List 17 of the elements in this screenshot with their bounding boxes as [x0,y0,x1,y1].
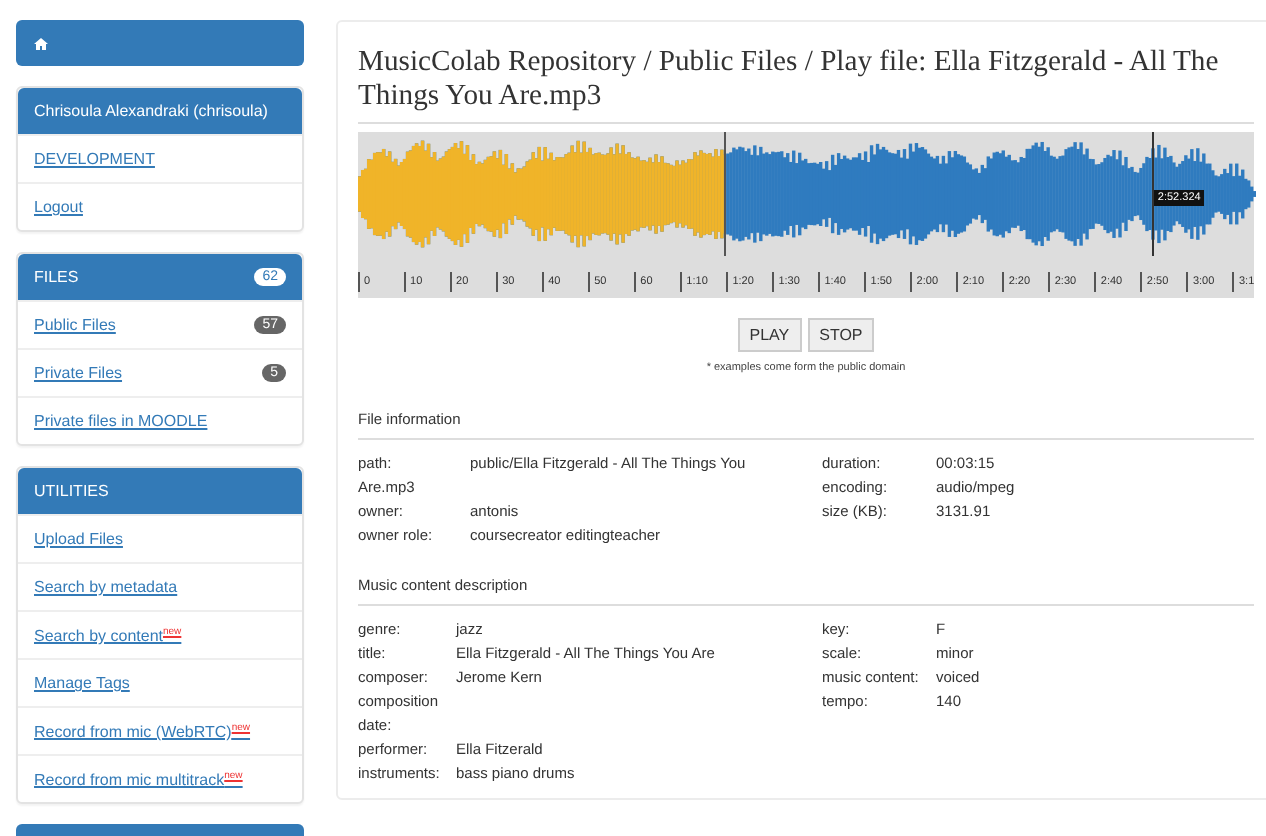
sidebar-link[interactable]: Upload Files [34,530,123,548]
sidebar-link[interactable]: Search by metadata [34,578,178,596]
panel-title: Chrisoula Alexandraki (chrisoula) [34,102,268,120]
sidebar-link[interactable]: Record from mic (WebRTC)$^{new}$ [34,721,251,741]
panel-title: FILES [34,268,79,286]
sidebar-link[interactable]: Private Files [34,364,123,382]
sidebar-link[interactable]: Logout [34,198,83,216]
sidebar-link[interactable]: DEVELOPMENT [34,150,155,168]
sidebar-link[interactable]: Record from mic multitrack$^{new}$ [34,769,243,789]
sidebar-link[interactable]: Private files in MOODLE [34,412,208,430]
stop-button[interactable]: STOP [807,318,875,352]
sidebar-link[interactable]: Search by content$^{new}$ [34,625,182,645]
sidebar-link[interactable]: Public Files [34,316,116,334]
play-button[interactable]: PLAY [737,318,802,352]
sidebar-link[interactable]: Manage Tags [34,674,130,692]
panel-title: UTILITIES [34,482,109,500]
page-title: MusicColab Repository / Public Files / Play file: Ella Fitzgerald - All The Things You Are.mp3 [358,46,1254,124]
